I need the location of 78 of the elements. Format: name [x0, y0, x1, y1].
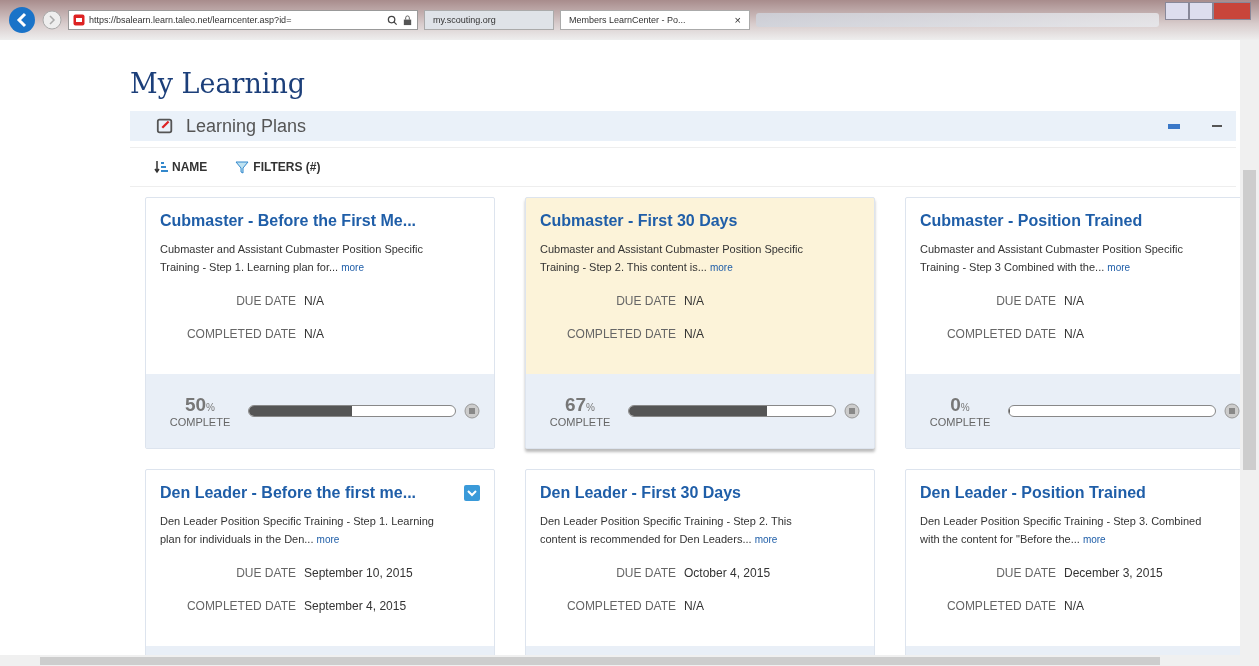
learning-plan-card[interactable]: Den Leader - Before the first me... Den Leader Position Specific Training - Step 1. Learning plan for individuals in the Den... more DUE DATE September 10, 2015 COMPLETED DATE September 4, 2015 — [145, 469, 495, 655]
filter-icon — [235, 160, 250, 174]
page-title: My Learning — [130, 68, 307, 99]
more-link[interactable]: more — [316, 534, 340, 545]
stop-icon[interactable] — [844, 403, 860, 419]
plan-description: Cubmaster and Assistant Cubmaster Position Specific Training - Step 2. This content is... more — [540, 242, 804, 275]
learning-plan-card[interactable]: Den Leader - Position Trained Den Leader Position Specific Training - Step 3. Combined with the content for "Before the... more DUE DATE December 3, 2015 COMPLETED DATE N/A — [905, 469, 1240, 655]
lock-icon — [402, 14, 413, 26]
browser-tab[interactable]: my.scouting.org — [424, 10, 554, 30]
field-label: COMPLETED DATE — [945, 598, 1056, 613]
checkbox-icon[interactable] — [464, 485, 480, 501]
site-icon — [73, 14, 85, 26]
field-label: DUE DATE — [615, 565, 676, 580]
plan-description: Cubmaster and Assistant Cubmaster Position Specific Training - Step 1. Learning plan for... more — [160, 242, 424, 275]
sort-button[interactable]: NAME — [154, 160, 208, 174]
due-date: October 4, 2015 — [684, 565, 772, 580]
completed-date: N/A — [304, 326, 325, 341]
horizontal-scrollbar[interactable] — [0, 655, 1259, 666]
complete-label: COMPLETE — [549, 416, 611, 428]
section-title: Learning Plans — [186, 115, 308, 137]
search-icon[interactable] — [387, 14, 398, 26]
sort-icon — [154, 160, 168, 174]
due-date: N/A — [304, 293, 325, 308]
field-label: DUE DATE — [615, 293, 676, 308]
more-link[interactable]: more — [341, 262, 364, 273]
field-label: DUE DATE — [995, 293, 1056, 308]
field-label: DUE DATE — [235, 565, 296, 580]
more-link[interactable]: more — [754, 534, 778, 545]
more-link[interactable]: more — [1082, 534, 1106, 545]
field-label: COMPLETED DATE — [185, 326, 296, 341]
forward-icon[interactable] — [42, 10, 62, 30]
field-label: COMPLETED DATE — [565, 326, 676, 341]
plan-title[interactable]: Den Leader - First 30 Days — [540, 484, 741, 502]
learning-plan-card[interactable]: Cubmaster - First 30 Days Cubmaster and Assistant Cubmaster Position Specific Training - Step 2. This content is... more DUE DATE N/A COMPLETED DATE N/A 67% COMPLETE — [525, 197, 875, 449]
browser-tab[interactable]: Members LearnCenter - Po... × — [560, 10, 750, 30]
plan-title[interactable]: Cubmaster - Before the First Me... — [160, 212, 417, 230]
due-date: N/A — [1064, 293, 1085, 308]
more-link[interactable]: more — [1107, 262, 1131, 273]
edit-icon — [156, 117, 174, 135]
filters-button[interactable]: FILTERS (#) — [235, 160, 321, 174]
back-icon[interactable] — [8, 6, 36, 34]
due-date: December 3, 2015 — [1064, 565, 1164, 580]
completed-date: N/A — [684, 326, 705, 341]
percent-value: 67% — [564, 394, 595, 416]
learning-plan-card[interactable]: Cubmaster - Position Trained Cubmaster and Assistant Cubmaster Position Specific Training - Step 3 Combined with the... more DUE DATE N/A COMPLETED DATE N/A 0% COMPLETE — [905, 197, 1240, 449]
plan-description: Cubmaster and Assistant Cubmaster Position Specific Training - Step 3 Combined with the... more — [920, 242, 1184, 275]
due-date: September 10, 2015 — [304, 565, 414, 580]
learning-plan-card[interactable]: Cubmaster - Before the First Me... Cubmaster and Assistant Cubmaster Position Specific Training - Step 1. Learning plan for... more DUE DATE N/A COMPLETED DATE N/A 50% COMPLETE — [145, 197, 495, 449]
plan-description: Den Leader Position Specific Training - Step 1. Learning plan for individuals in the Den... more — [160, 514, 435, 547]
field-label: DUE DATE — [235, 293, 296, 308]
field-label: COMPLETED DATE — [565, 598, 676, 613]
plan-title[interactable]: Cubmaster - Position Trained — [920, 212, 1143, 230]
url-text: https://bsalearn.learn.taleo.net/learncenter.asp?id= — [89, 15, 293, 25]
complete-label: COMPLETE — [929, 416, 991, 428]
plan-description: Den Leader Position Specific Training - Step 2. This content is recommended for Den Leaders... more — [540, 514, 793, 547]
more-link[interactable]: more — [709, 262, 733, 273]
plan-description: Den Leader Position Specific Training - Step 3. Combined with the content for "Before the... more — [920, 514, 1203, 547]
learning-plan-card[interactable]: Den Leader - First 30 Days Den Leader Position Specific Training - Step 2. This content is recommended for Den Leaders... more DUE DATE October 4, 2015 COMPLETED DATE N/A — [525, 469, 875, 655]
vertical-scrollbar[interactable] — [1240, 40, 1259, 655]
completed-date: September 4, 2015 — [304, 598, 408, 613]
window-controls[interactable] — [1165, 2, 1251, 20]
field-label: COMPLETED DATE — [185, 598, 296, 613]
plan-title[interactable]: Cubmaster - First 30 Days — [540, 212, 738, 230]
plan-title[interactable]: Den Leader - Position Trained — [920, 484, 1146, 502]
stop-icon[interactable] — [1224, 403, 1240, 419]
percent-value: 50% — [184, 394, 215, 416]
completed-date: N/A — [1064, 326, 1085, 341]
field-label: COMPLETED DATE — [945, 326, 1056, 341]
plan-title[interactable]: Den Leader - Before the first me... — [160, 484, 417, 502]
completed-date: N/A — [1064, 598, 1085, 613]
grid-view-icon[interactable] — [1168, 123, 1180, 129]
due-date: N/A — [684, 293, 705, 308]
field-label: DUE DATE — [995, 565, 1056, 580]
address-bar[interactable]: https://bsalearn.learn.taleo.net/learncenter.asp?id= — [68, 10, 418, 30]
percent-value: 0% — [950, 394, 970, 416]
completed-date: N/A — [684, 598, 705, 613]
complete-label: COMPLETE — [169, 416, 231, 428]
stop-icon[interactable] — [464, 403, 480, 419]
